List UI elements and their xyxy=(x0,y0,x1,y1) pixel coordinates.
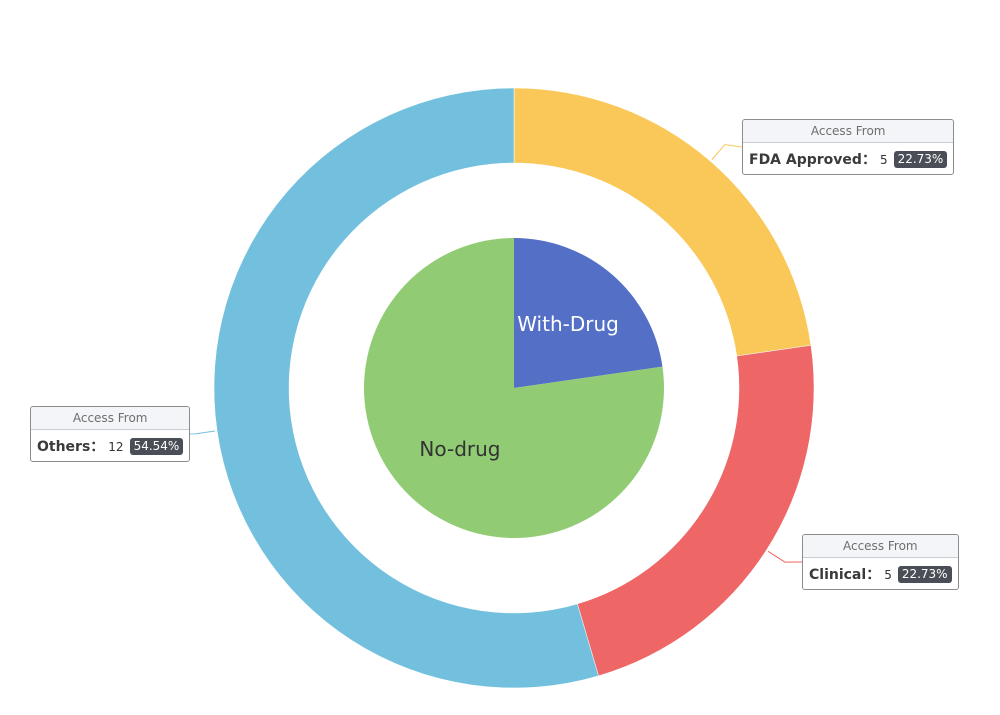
callout-fda-approved[interactable]: Access From FDA Approved： 5 22.73% xyxy=(742,119,955,175)
nested-pie-chart: With-Drug No-drug Access From FDA Approve… xyxy=(0,0,1000,715)
name-colon: ： xyxy=(861,152,876,168)
inner-label-with-drug: With-Drug xyxy=(517,312,619,336)
slice-value: 5 xyxy=(879,153,888,167)
slice-name: Others xyxy=(37,439,91,455)
slice-value: 5 xyxy=(884,568,892,582)
callout-body: FDA Approved： 5 22.73% xyxy=(743,143,953,174)
slice-percent-badge: 22.73% xyxy=(893,151,948,168)
slice-percent-badge: 54.54% xyxy=(129,438,184,455)
slice-percent-badge: 22.73% xyxy=(897,566,952,583)
name-colon: ： xyxy=(90,439,105,455)
inner-pie xyxy=(364,238,664,538)
name-colon: ： xyxy=(866,567,881,583)
inner-label-no-drug: No-drug xyxy=(419,437,500,461)
callout-header: Access From xyxy=(743,120,954,143)
leader-line-clinical xyxy=(767,550,803,563)
leader-line-fda-approved xyxy=(711,144,743,161)
callout-body: Others： 12 54.54% xyxy=(31,430,189,461)
slice-value: 12 xyxy=(108,440,124,454)
callout-body: Clinical： 5 22.73% xyxy=(803,558,958,589)
callout-clinical[interactable]: Access From Clinical： 5 22.73% xyxy=(802,534,959,590)
callout-header: Access From xyxy=(803,535,958,558)
slice-name: Clinical xyxy=(809,567,867,583)
slice-name: FDA Approved xyxy=(749,152,862,168)
callout-others[interactable]: Access From Others： 12 54.54% xyxy=(30,406,191,462)
chart-canvas: With-Drug No-drug xyxy=(177,87,815,689)
callout-header: Access From xyxy=(31,407,190,430)
